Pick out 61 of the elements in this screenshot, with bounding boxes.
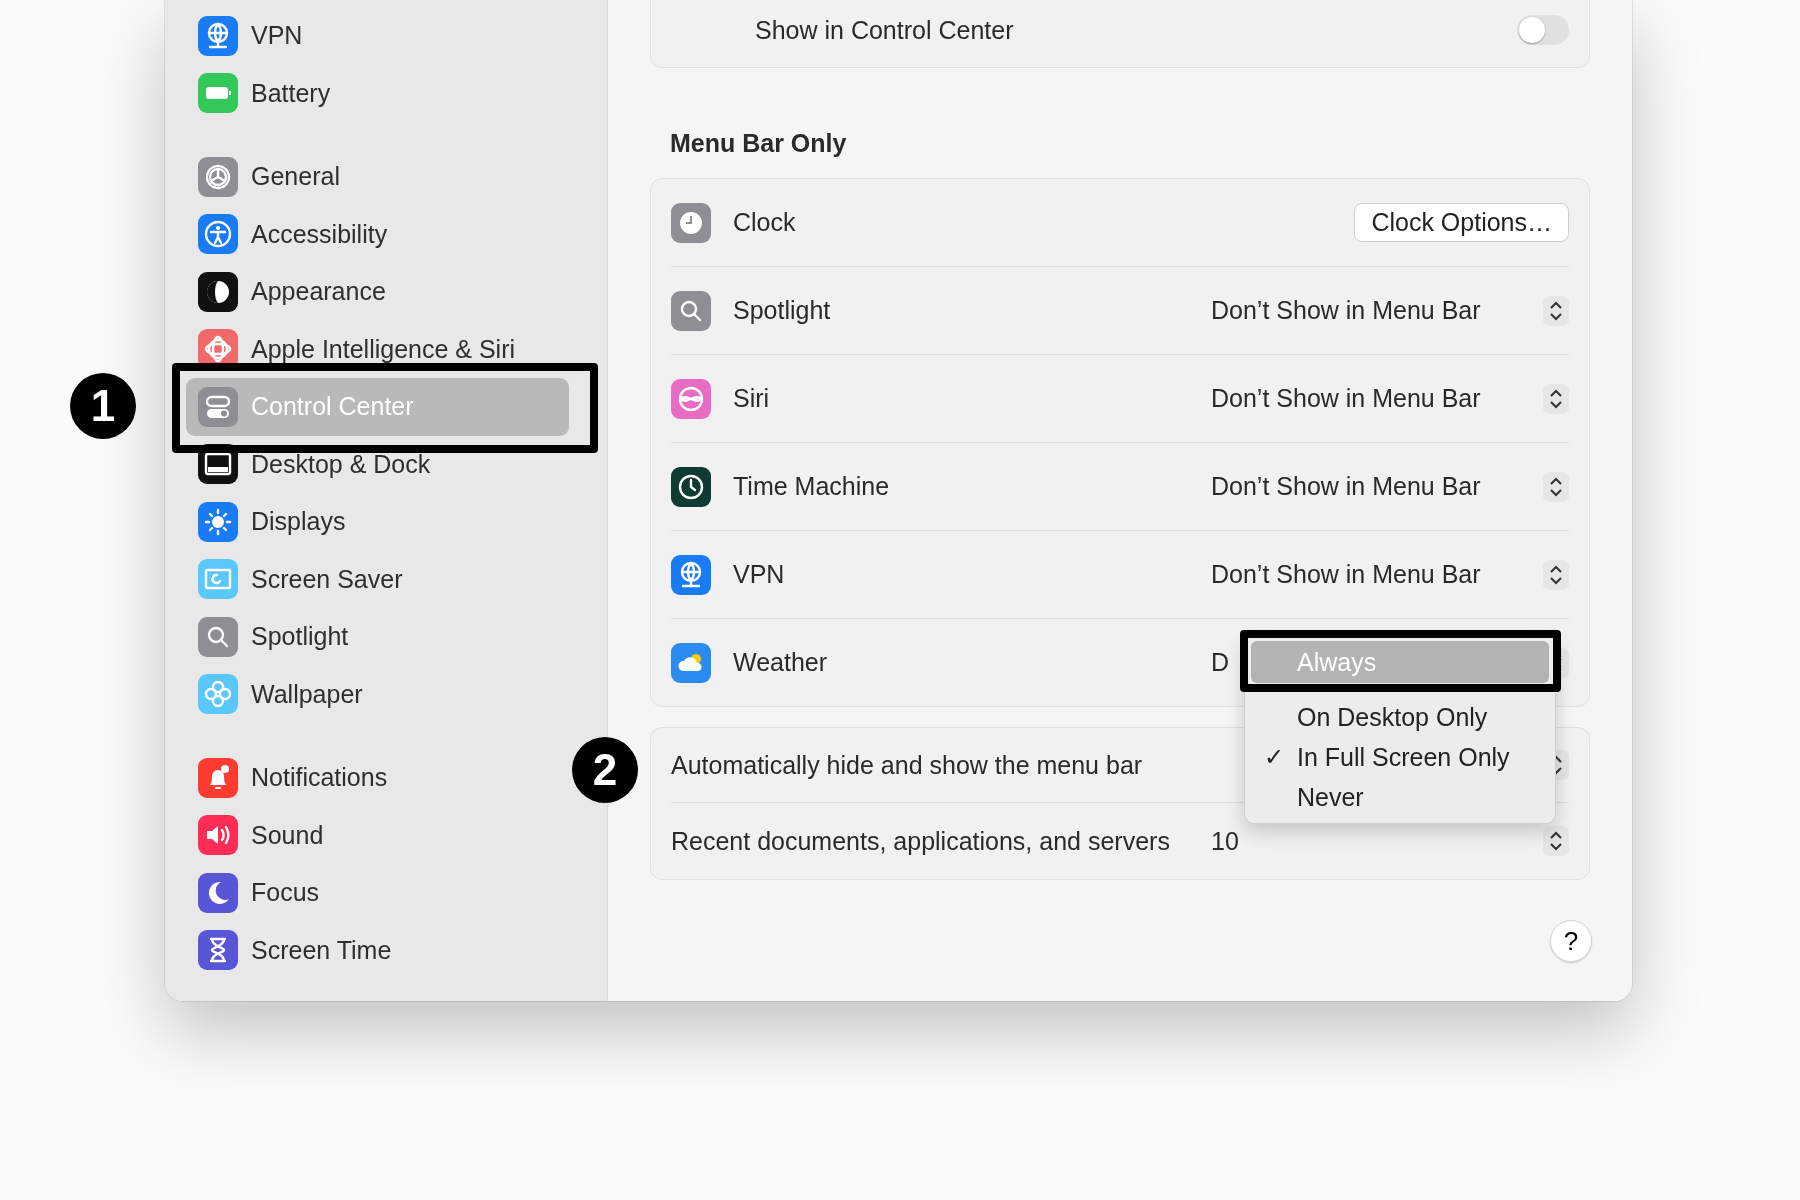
hourglass-icon (198, 930, 238, 971)
row-label: Weather (733, 648, 828, 677)
row-label: Automatically hide and show the menu bar (671, 750, 1143, 780)
popup-value[interactable]: Don’t Show in Menu Bar (1211, 472, 1533, 501)
sidebar-item[interactable]: Accessibility (186, 205, 569, 263)
cloud-icon (671, 642, 711, 683)
row-label: Recent documents, applications, and servers (671, 826, 1170, 856)
stepper-icon[interactable] (1543, 295, 1569, 326)
popup-value[interactable]: Don’t Show in Menu Bar (1211, 296, 1533, 325)
row-label: VPN (733, 560, 785, 589)
globe-icon (671, 554, 711, 595)
toggles-icon (198, 386, 238, 427)
stepper-icon[interactable] (1543, 559, 1569, 590)
toggle-switch[interactable] (1517, 15, 1569, 45)
sidebar-item[interactable]: Apple Intelligence & Siri (186, 320, 569, 378)
swirl-icon (671, 378, 711, 419)
row-label: Spotlight (733, 296, 831, 325)
sidebar-item[interactable]: Spotlight (186, 608, 569, 666)
sidebar-item[interactable]: Displays (186, 493, 569, 551)
history-icon (671, 466, 711, 507)
sidebar-item[interactable]: Appearance (186, 263, 569, 321)
menu-item[interactable]: ✓ In Full Screen Only (1251, 737, 1549, 777)
accessibility-icon (198, 214, 238, 255)
sun-icon (198, 501, 238, 542)
stepper-icon[interactable] (1543, 383, 1569, 414)
sidebar-item[interactable]: Sound (186, 806, 569, 864)
row-label: Time Machine (733, 472, 890, 501)
sidebar-item[interactable]: VPN (186, 7, 569, 65)
section-title: Menu Bar Only (670, 128, 848, 159)
menu-item[interactable]: Never (1251, 777, 1549, 817)
search-icon (198, 616, 238, 657)
search-icon (671, 290, 711, 331)
contrast-icon (198, 271, 238, 312)
options-button[interactable]: Clock Options… (1354, 203, 1569, 242)
moon-icon (198, 872, 238, 913)
help-button[interactable]: ? (1550, 920, 1592, 962)
sidebar-item[interactable]: Screen Saver (186, 550, 569, 608)
speaker-icon (198, 815, 238, 856)
flower-icon (198, 674, 238, 715)
sidebar-item[interactable]: Screen Time (186, 921, 569, 979)
popup-value[interactable]: Don’t Show in Menu Bar (1211, 560, 1533, 589)
row-label: Clock (733, 208, 796, 237)
globe-icon (198, 15, 238, 56)
menu-item[interactable]: On Desktop Only (1251, 697, 1549, 737)
battery-icon (198, 73, 238, 114)
sidebar-item[interactable]: Desktop & Dock (186, 435, 569, 493)
bell-icon (198, 757, 238, 798)
step-badge: 1 (70, 373, 136, 439)
popup-value[interactable]: Don’t Show in Menu Bar (1211, 384, 1533, 413)
sidebar-item[interactable]: Notifications (186, 749, 569, 807)
stepper-icon[interactable] (1543, 826, 1569, 856)
screen-icon (198, 559, 238, 600)
stepper-icon[interactable] (1543, 471, 1569, 502)
sidebar-item[interactable]: General (186, 148, 569, 206)
popup-value[interactable]: 10 (1211, 826, 1533, 856)
sidebar-item[interactable]: Wallpaper (186, 665, 569, 723)
sidebar-item[interactable]: Battery (186, 64, 569, 122)
sidebar-item[interactable]: Focus (186, 864, 569, 922)
clock-icon (671, 202, 711, 243)
row-label: Show in Control Center (754, 15, 1014, 45)
row-label: Siri (733, 384, 770, 413)
